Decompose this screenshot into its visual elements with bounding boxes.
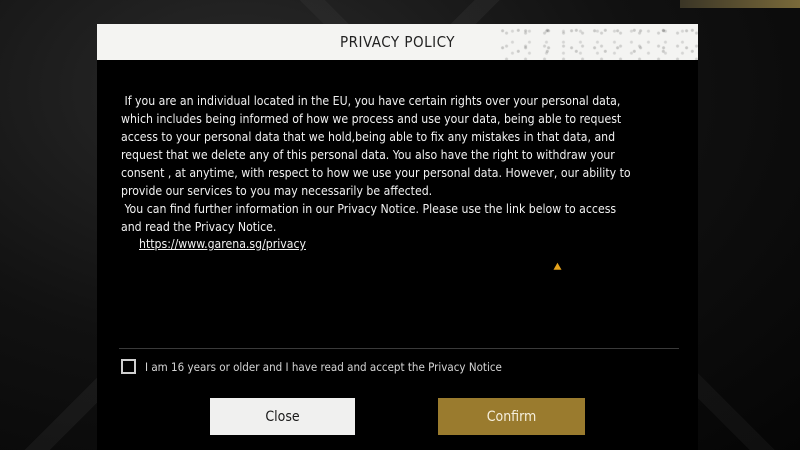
confirm-button[interactable]: Confirm bbox=[438, 398, 585, 435]
policy-line: You can find further information in our … bbox=[121, 202, 617, 216]
policy-line: which includes being informed of how we … bbox=[121, 112, 622, 126]
policy-line: consent , at anytime, with respect to ho… bbox=[121, 166, 631, 180]
policy-line: and read the Privacy Notice. bbox=[121, 220, 277, 234]
policy-text: If you are an individual located in the … bbox=[121, 92, 681, 236]
close-button[interactable]: Close bbox=[210, 398, 355, 435]
privacy-link[interactable]: https://www.garena.sg/privacy bbox=[139, 237, 306, 251]
policy-line: provide our services to you may necessar… bbox=[121, 184, 433, 198]
privacy-policy-dialog: PRIVACY POLICY If you are an individual … bbox=[97, 24, 698, 450]
divider bbox=[119, 348, 679, 349]
policy-line: If you are an individual located in the … bbox=[121, 94, 621, 108]
background-banner bbox=[680, 0, 800, 8]
consent-label[interactable]: I am 16 years or older and I have read a… bbox=[145, 360, 502, 374]
dialog-title: PRIVACY POLICY bbox=[339, 33, 456, 51]
dialog-title-bar: PRIVACY POLICY bbox=[97, 24, 698, 60]
policy-line: access to your personal data that we hol… bbox=[121, 130, 616, 144]
consent-checkbox[interactable] bbox=[121, 359, 136, 374]
policy-line: request that we delete any of this perso… bbox=[121, 148, 615, 162]
consent-row: I am 16 years or older and I have read a… bbox=[121, 359, 502, 374]
